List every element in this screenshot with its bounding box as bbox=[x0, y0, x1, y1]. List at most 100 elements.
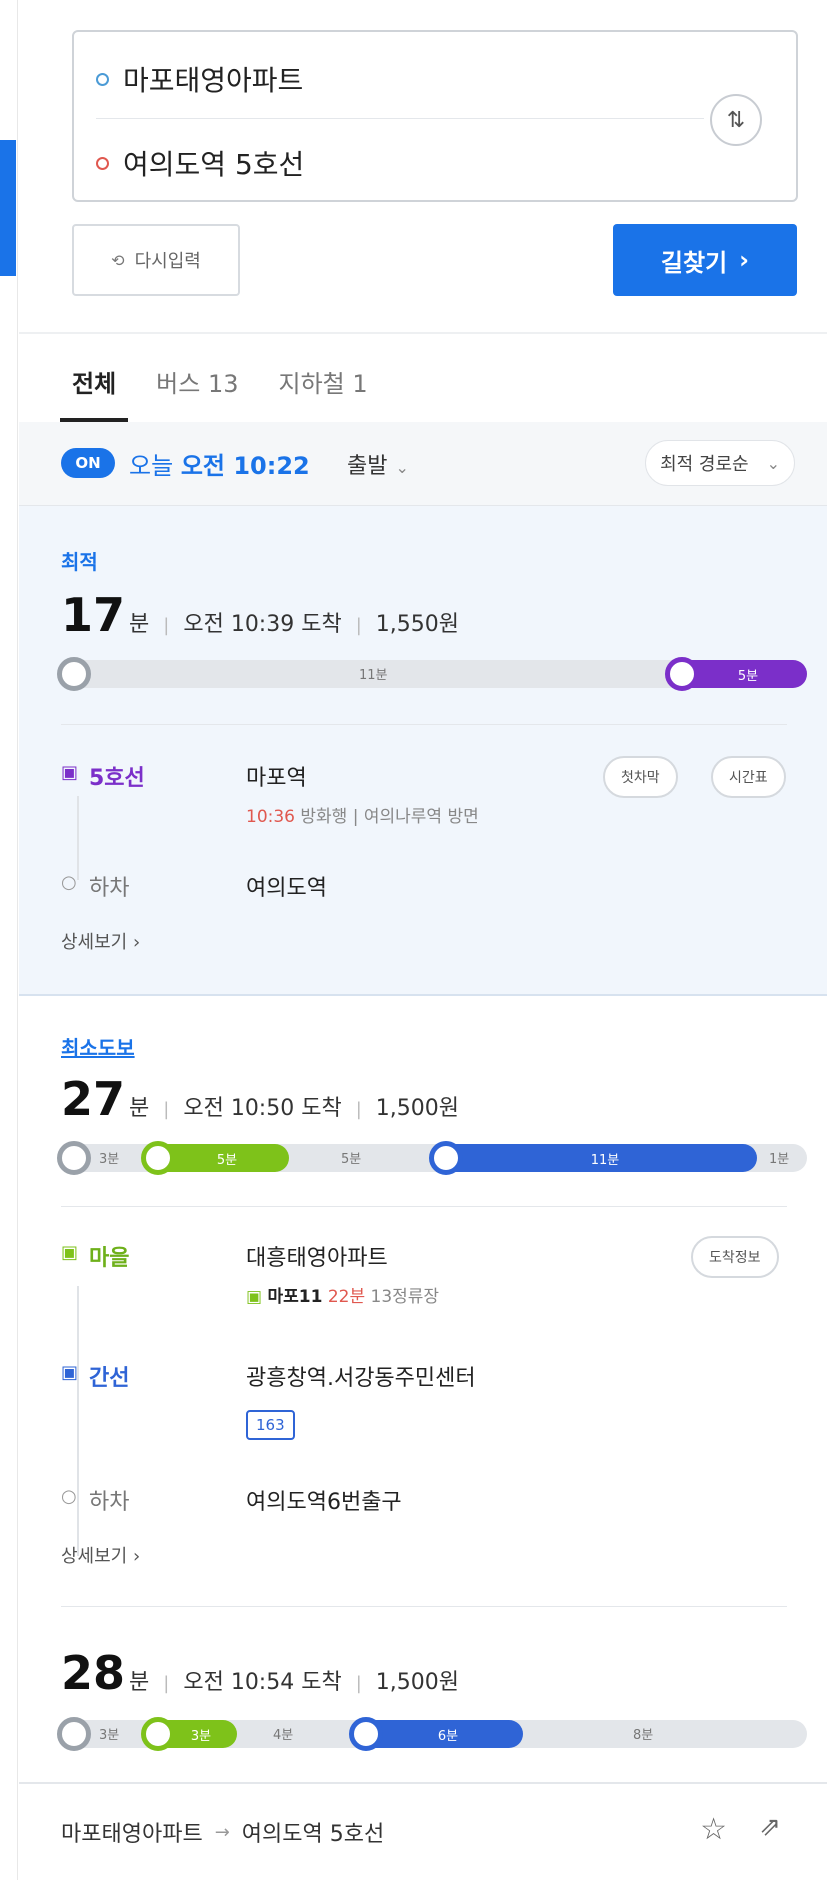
destination-dot-icon bbox=[96, 156, 109, 170]
step-stop: 광흥창역.서강동주민센터 bbox=[246, 1366, 476, 1391]
summary-separator: | bbox=[163, 615, 170, 636]
route-summary: 17 분 | 오전 10:39 도착 | 1,550원 bbox=[61, 588, 459, 642]
route-timeline: 3분 5분 5분 11분 1분 bbox=[57, 1141, 807, 1175]
origin-dot-icon bbox=[96, 72, 109, 86]
route-summary: 28 분 | 오전 10:54 도착 | 1,500원 bbox=[61, 1646, 459, 1700]
bus-icon bbox=[349, 1717, 383, 1751]
fare: 1,550원 bbox=[375, 612, 460, 637]
card-divider bbox=[61, 1206, 787, 1207]
step-station: 마포역 bbox=[246, 766, 307, 791]
origin-text: 마포태영아파트 bbox=[123, 64, 304, 97]
departure-time: 오전 10:22 bbox=[180, 452, 310, 480]
subway-icon: ▣ bbox=[61, 762, 79, 783]
left-rail bbox=[0, 0, 18, 1880]
share-icon[interactable]: ⇗ bbox=[759, 1812, 781, 1842]
swap-icon: ⇅ bbox=[726, 107, 746, 133]
route-timeline: 3분 3분 4분 6분 8분 bbox=[57, 1717, 807, 1751]
step-line: 간선 bbox=[89, 1366, 130, 1391]
bus-duration: 3분 bbox=[190, 1728, 212, 1744]
walk-duration: 3분 bbox=[99, 1728, 120, 1743]
bus-icon: ▣ bbox=[61, 1362, 79, 1383]
star-icon[interactable]: ☆ bbox=[700, 1812, 727, 1847]
swap-button[interactable]: ⇅ bbox=[710, 94, 762, 146]
route-card-min-walk[interactable]: 최소도보 27 분 | 오전 10:50 도착 | 1,500원 3분 5분 5… bbox=[19, 996, 827, 1608]
first-last-train-button[interactable]: 첫차막 bbox=[603, 756, 678, 798]
trunk-bus-segment: 11분 bbox=[429, 1141, 757, 1175]
reset-label: 다시입력 bbox=[134, 251, 201, 272]
route-timeline: 11분 5분 bbox=[57, 657, 807, 691]
chevron-down-icon: ⌄ bbox=[395, 458, 409, 477]
walk-duration: 5분 bbox=[341, 1152, 362, 1167]
sort-dropdown[interactable]: 최적 경로순 ⌄ bbox=[645, 440, 795, 486]
route-summary: 27 분 | 오전 10:50 도착 | 1,500원 bbox=[61, 1072, 459, 1126]
card-divider bbox=[61, 724, 787, 725]
departure-time-bar: ON 오늘 오전 10:22 출발 ⌄ 최적 경로순 ⌄ bbox=[19, 422, 827, 506]
departure-suffix: 출발 ⌄ bbox=[347, 448, 409, 480]
bus-duration: 6분 bbox=[437, 1728, 459, 1744]
summary-separator: | bbox=[355, 1099, 362, 1120]
sort-label: 최적 경로순 bbox=[660, 454, 749, 475]
summary-separator: | bbox=[163, 1099, 170, 1120]
timetable-button[interactable]: 시간표 bbox=[711, 756, 786, 798]
step-line: 5호선 bbox=[89, 766, 145, 791]
summary-separator: | bbox=[355, 615, 362, 636]
walk-icon bbox=[57, 1717, 91, 1751]
route-card[interactable]: 28 분 | 오전 10:54 도착 | 1,500원 3분 3분 4분 6분 … bbox=[19, 1608, 827, 1782]
village-bus-segment: 5분 bbox=[141, 1141, 289, 1175]
subway-icon bbox=[665, 657, 699, 691]
chevron-down-icon: ⌄ bbox=[766, 453, 780, 473]
step-stop: 여의도역6번출구 bbox=[246, 1490, 402, 1515]
step-alight: ○ 하차 여의도역 bbox=[61, 866, 797, 926]
fare: 1,500원 bbox=[375, 1096, 460, 1121]
alight-icon: ○ bbox=[61, 872, 77, 893]
tab-subway[interactable]: 지하철 1 bbox=[279, 360, 368, 422]
duration-unit: 분 bbox=[129, 1096, 150, 1121]
duration-minutes: 28 bbox=[61, 1646, 126, 1700]
arrival-time: 오전 10:39 도착 bbox=[183, 612, 342, 637]
arrival-time: 오전 10:54 도착 bbox=[183, 1670, 342, 1695]
reset-button[interactable]: ⟲ 다시입력 bbox=[72, 224, 240, 296]
arrow-right-icon: → bbox=[214, 1821, 230, 1843]
reset-icon: ⟲ bbox=[111, 250, 125, 270]
departure-time-selector[interactable]: 오늘 오전 10:22 bbox=[129, 446, 310, 481]
card-divider bbox=[61, 1606, 787, 1607]
step-trunk-bus: ▣ 간선 광흥창역.서강동주민센터 163 bbox=[61, 1356, 797, 1446]
duration-minutes: 27 bbox=[61, 1072, 126, 1126]
tab-bus[interactable]: 버스 13 bbox=[156, 360, 238, 422]
bus-icon bbox=[141, 1141, 175, 1175]
bus-icon: ▣ bbox=[61, 1242, 79, 1263]
duration-unit: 분 bbox=[129, 612, 150, 637]
departure-day: 오늘 bbox=[129, 452, 174, 480]
route-card-optimal[interactable]: 최적 17 분 | 오전 10:39 도착 | 1,550원 11분 5분 ▣ … bbox=[19, 506, 827, 996]
detail-link[interactable]: 상세보기 › bbox=[61, 1542, 140, 1568]
walk-duration: 1분 bbox=[769, 1152, 790, 1167]
walk-icon bbox=[57, 1141, 91, 1175]
duration-unit: 분 bbox=[129, 1670, 150, 1695]
walk-duration: 4분 bbox=[273, 1728, 294, 1743]
bus-number-badge[interactable]: 163 bbox=[246, 1410, 295, 1440]
walk-duration: 8분 bbox=[633, 1728, 654, 1743]
route-tag: 최소도보 bbox=[61, 1036, 135, 1060]
step-subway: ▣ 5호선 마포역 10:36 방화행 | 여의나루역 방면 첫차막 시간표 bbox=[61, 756, 797, 827]
detail-link[interactable]: 상세보기 › bbox=[61, 928, 140, 954]
realtime-toggle[interactable]: ON bbox=[61, 448, 115, 478]
tab-all[interactable]: 전체 bbox=[59, 360, 129, 422]
step-stop: 대흥태영아파트 bbox=[246, 1246, 388, 1271]
alight-icon: ○ bbox=[61, 1486, 77, 1507]
transit-tabs: 전체 버스 13 지하철 1 bbox=[59, 360, 368, 422]
bus-wait-time: 22분 bbox=[327, 1287, 366, 1307]
next-train-time: 10:36 bbox=[246, 807, 295, 827]
walk-duration: 3분 bbox=[99, 1152, 120, 1167]
destination-field[interactable]: 여의도역 5호선 bbox=[96, 138, 304, 188]
route-search-box: 마포태영아파트 여의도역 5호선 ⇅ bbox=[72, 30, 798, 202]
subway-segment: 5분 bbox=[665, 657, 807, 691]
find-route-button[interactable]: 길찾기 › bbox=[613, 224, 797, 296]
bus-icon bbox=[429, 1141, 463, 1175]
departure-suffix-label: 출발 bbox=[347, 454, 388, 479]
left-rail-active-indicator bbox=[0, 140, 16, 276]
arrival-info-button[interactable]: 도착정보 bbox=[691, 1236, 779, 1278]
summary-separator: | bbox=[163, 1673, 170, 1694]
origin-field[interactable]: 마포태영아파트 bbox=[96, 54, 303, 104]
village-bus-segment: 3분 bbox=[141, 1717, 237, 1751]
step-village-bus: ▣ 마을 대흥태영아파트 ▣ 마포11 22분 13정류장 도착정보 bbox=[61, 1236, 797, 1326]
